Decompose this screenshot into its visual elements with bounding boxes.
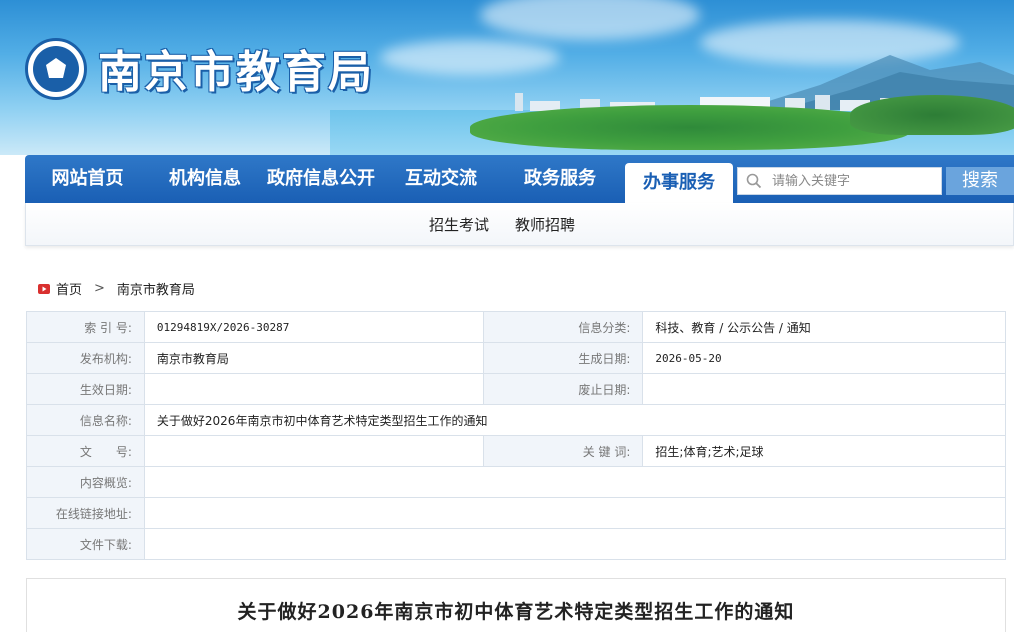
effective-date-value: [143, 373, 484, 405]
subnav-item-teacher-recruit[interactable]: 教师招聘: [515, 214, 575, 235]
breadcrumb-separator: >: [94, 281, 105, 296]
article-title: 关于做好2026年南京市初中体育艺术特定类型招生工作的通知: [237, 601, 795, 623]
table-row: 生效日期: 废止日期:: [26, 373, 1006, 405]
page: 南京市教育局 网站首页 机构信息 政府信息公开 互动交流 政务服务 办事服务 搜…: [0, 0, 1014, 632]
search-input[interactable]: [772, 170, 937, 192]
summary-label: 内容概览:: [26, 466, 145, 498]
header-banner: 南京市教育局: [0, 0, 1014, 155]
table-row: 内容概览:: [26, 466, 1007, 498]
online-link-value[interactable]: [143, 497, 1007, 529]
file-download-label: 文件下载:: [26, 528, 145, 560]
trees-decoration: [470, 105, 910, 150]
nav-item-home[interactable]: 网站首页: [25, 155, 150, 203]
main-nav: 网站首页 机构信息 政府信息公开 互动交流 政务服务 办事服务 搜索: [25, 155, 1014, 203]
expire-date-value: [642, 373, 1006, 405]
table-row: 索 引 号: 01294819X/2026-30287 信息分类: 科技、教育 …: [26, 311, 1006, 343]
summary-value: [143, 466, 1007, 498]
table-row: 文 号: 关 键 词: 招生;体育;艺术;足球: [26, 435, 1006, 467]
subnav-item-admission[interactable]: 招生考试: [429, 214, 489, 235]
category-label: 信息分类:: [482, 311, 644, 343]
search-button[interactable]: 搜索: [946, 167, 1014, 195]
breadcrumb: 首页 > 南京市教育局: [38, 279, 195, 298]
breadcrumb-current-link[interactable]: 南京市教育局: [117, 279, 195, 298]
logo-emblem[interactable]: [25, 38, 87, 100]
search-icon: [746, 173, 762, 189]
table-row: 发布机构: 南京市教育局 生成日期: 2026-05-20: [26, 342, 1006, 374]
info-table: 索 引 号: 01294819X/2026-30287 信息分类: 科技、教育 …: [26, 311, 1007, 560]
effective-date-label: 生效日期:: [26, 373, 145, 405]
nav-item-interaction[interactable]: 互动交流: [382, 155, 500, 203]
info-name-label: 信息名称:: [26, 404, 145, 436]
nav-item-gov-info[interactable]: 政府信息公开: [260, 155, 382, 203]
doc-number-label: 文 号:: [26, 435, 145, 467]
nav-item-gov-service[interactable]: 政务服务: [500, 155, 620, 203]
nav-item-office-service[interactable]: 办事服务: [625, 163, 733, 203]
category-value: 科技、教育 / 公示公告 / 通知: [642, 311, 1006, 343]
table-row: 信息名称: 关于做好2026年南京市初中体育艺术特定类型招生工作的通知: [26, 404, 1007, 436]
created-date-label: 生成日期:: [482, 342, 644, 374]
table-row: 文件下载:: [26, 528, 1007, 560]
table-row: 在线链接地址:: [26, 497, 1007, 529]
nav-item-organization[interactable]: 机构信息: [150, 155, 260, 203]
cloud-decoration: [480, 0, 700, 40]
created-date-value: 2026-05-20: [642, 342, 1006, 374]
home-icon: [38, 283, 50, 294]
doc-number-value: [143, 435, 484, 467]
keywords-value: 招生;体育;艺术;足球: [642, 435, 1006, 467]
expire-date-label: 废止日期:: [482, 373, 644, 405]
cloud-decoration: [380, 40, 560, 75]
trees-decoration: [850, 95, 1014, 135]
info-name-value: 关于做好2026年南京市初中体育艺术特定类型招生工作的通知: [143, 404, 1007, 436]
index-value: 01294819X/2026-30287: [143, 311, 484, 343]
article-container: 关于做好2026年南京市初中体育艺术特定类型招生工作的通知: [26, 578, 1006, 632]
online-link-label: 在线链接地址:: [26, 497, 145, 529]
index-label: 索 引 号:: [26, 311, 145, 343]
search-box: [737, 167, 942, 195]
sub-nav: 招生考试 教师招聘: [25, 203, 1014, 246]
publisher-value: 南京市教育局: [143, 342, 484, 374]
breadcrumb-home-link[interactable]: 首页: [56, 279, 82, 298]
publisher-label: 发布机构:: [26, 342, 145, 374]
file-download-value[interactable]: [143, 528, 1007, 560]
site-title[interactable]: 南京市教育局: [98, 36, 374, 100]
keywords-label: 关 键 词:: [482, 435, 644, 467]
